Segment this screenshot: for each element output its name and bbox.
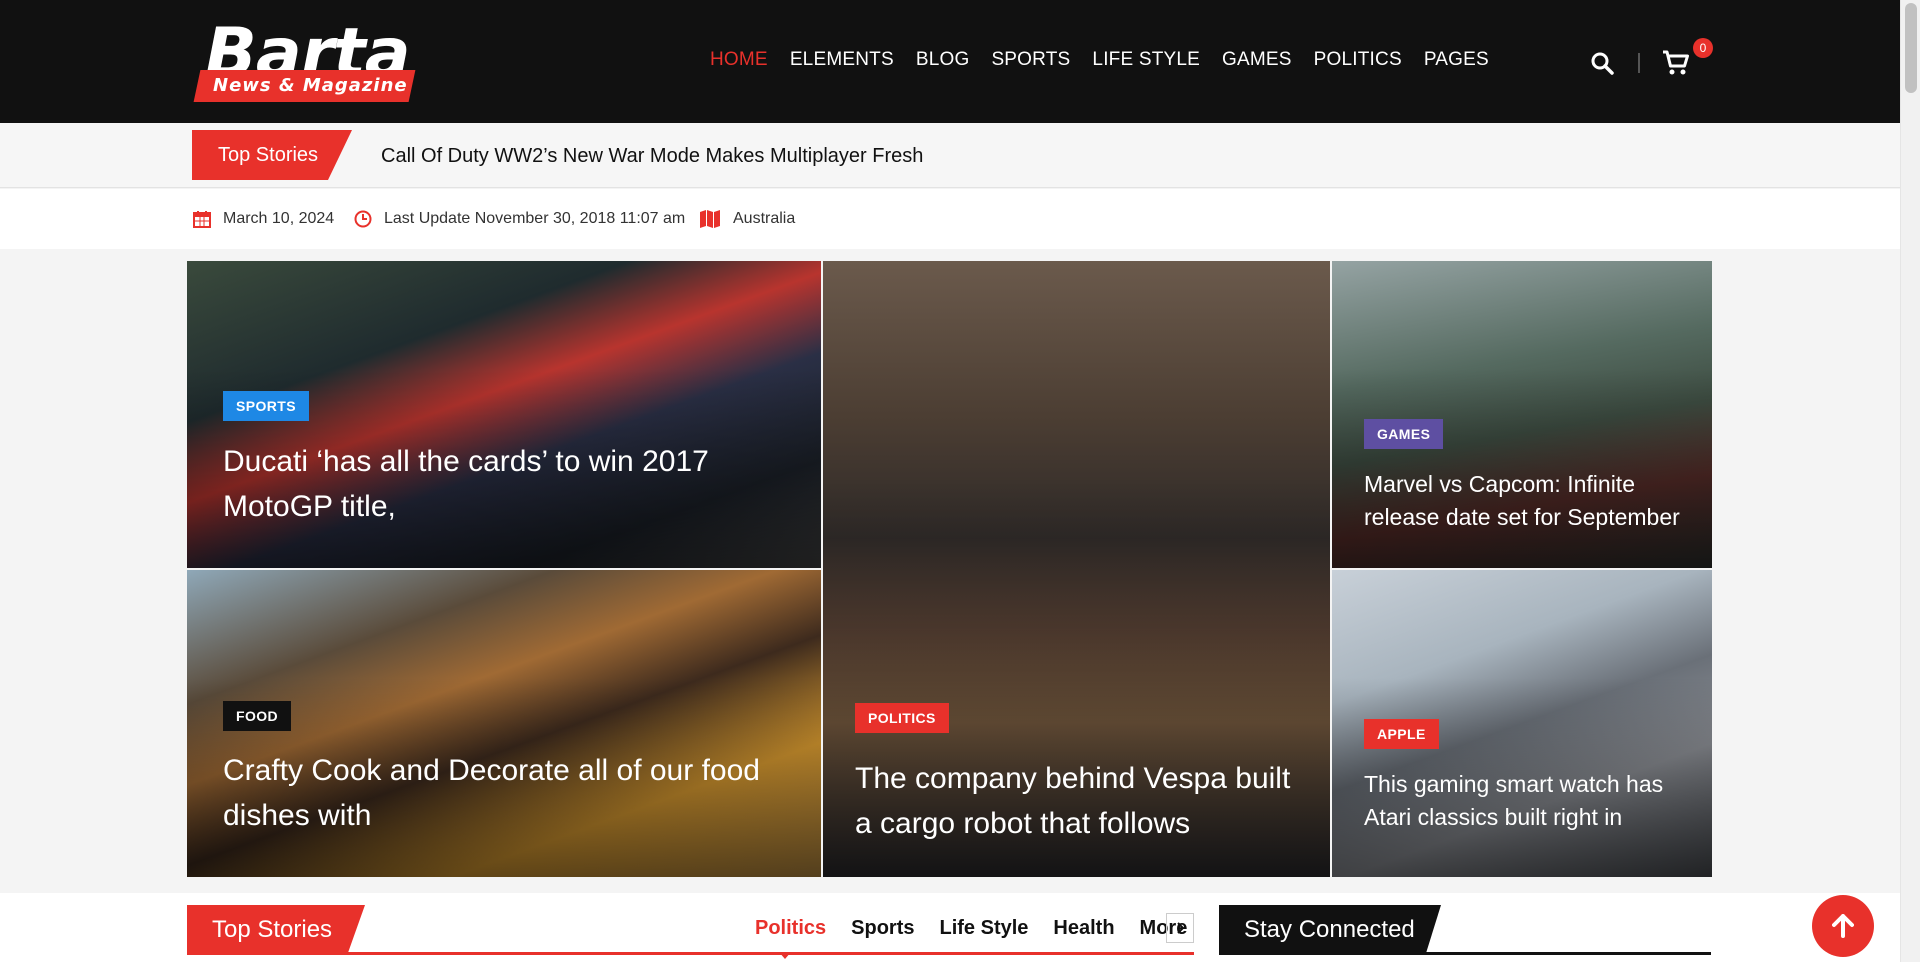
featured-card-politics[interactable]: POLITICS The company behind Vespa built … bbox=[823, 261, 1330, 877]
nav-blog[interactable]: BLOG bbox=[916, 45, 970, 75]
clock-icon bbox=[354, 210, 372, 228]
map-icon bbox=[700, 210, 720, 228]
tabs-next-button[interactable] bbox=[1166, 913, 1194, 943]
chevron-right-icon bbox=[1177, 922, 1185, 934]
featured-card-games[interactable]: GAMES Marvel vs Capcom: Infinite release… bbox=[1332, 261, 1712, 568]
card-title[interactable]: Marvel vs Capcom: Infinite release date … bbox=[1364, 468, 1704, 534]
info-bar: March 10, 2024 Last Update November 30, … bbox=[0, 189, 1900, 249]
category-tag-apple[interactable]: APPLE bbox=[1364, 719, 1439, 749]
nav-elements[interactable]: ELEMENTS bbox=[790, 45, 894, 75]
location-text: Australia bbox=[733, 210, 796, 227]
tab-politics[interactable]: Politics bbox=[755, 913, 826, 943]
nav-games[interactable]: GAMES bbox=[1222, 45, 1292, 75]
news-ticker: Top Stories Call Of Duty WW2’s New War M… bbox=[0, 123, 1900, 188]
nav-sports[interactable]: SPORTS bbox=[991, 45, 1070, 75]
category-tag-sports[interactable]: SPORTS bbox=[223, 391, 309, 421]
nav-home[interactable]: HOME bbox=[710, 45, 768, 75]
logo-tagline-box: News & Magazine bbox=[193, 70, 416, 102]
location-item: Australia bbox=[699, 208, 795, 230]
cart-count-badge: 0 bbox=[1693, 38, 1713, 58]
stay-connected-heading: Stay Connected bbox=[1219, 905, 1441, 955]
featured-grid: SPORTS Ducati ‘has all the cards’ to win… bbox=[187, 261, 1712, 877]
last-update-text: Last Update November 30, 2018 11:07 am bbox=[384, 210, 686, 227]
card-title[interactable]: Ducati ‘has all the cards’ to win 2017 M… bbox=[223, 439, 803, 529]
header-actions: 0 bbox=[1585, 38, 1713, 80]
category-tabs: Politics Sports Life Style Health More bbox=[755, 913, 1187, 943]
top-stories-underline bbox=[187, 952, 1194, 955]
calendar-icon bbox=[193, 211, 211, 228]
card-title[interactable]: This gaming smart watch has Atari classi… bbox=[1364, 768, 1704, 834]
ticker-headline[interactable]: Call Of Duty WW2’s New War Mode Makes Mu… bbox=[381, 141, 923, 171]
search-icon[interactable] bbox=[1585, 46, 1619, 80]
top-stories-heading: Top Stories bbox=[187, 905, 365, 955]
date-item: March 10, 2024 bbox=[193, 208, 334, 230]
card-title[interactable]: Crafty Cook and Decorate all of our food… bbox=[223, 748, 813, 838]
active-tab-indicator bbox=[779, 952, 791, 959]
bottom-section: Top Stories Politics Sports Life Style H… bbox=[0, 893, 1900, 962]
category-tag-politics[interactable]: POLITICS bbox=[855, 703, 949, 733]
category-tag-games[interactable]: GAMES bbox=[1364, 419, 1444, 449]
featured-card-sports[interactable]: SPORTS Ducati ‘has all the cards’ to win… bbox=[187, 261, 821, 568]
arrow-up-icon bbox=[1832, 914, 1854, 938]
current-date: March 10, 2024 bbox=[223, 210, 335, 227]
main-nav: HOME ELEMENTS BLOG SPORTS LIFE STYLE GAM… bbox=[710, 45, 1489, 75]
featured-card-apple[interactable]: APPLE This gaming smart watch has Atari … bbox=[1332, 570, 1712, 877]
nav-politics[interactable]: POLITICS bbox=[1314, 45, 1402, 75]
category-tag-food[interactable]: FOOD bbox=[223, 701, 292, 731]
featured-card-food[interactable]: FOOD Crafty Cook and Decorate all of our… bbox=[187, 570, 821, 877]
page-scrollbar[interactable] bbox=[1900, 0, 1920, 962]
header-divider bbox=[1638, 53, 1640, 73]
logo-tagline: News & Magazine bbox=[213, 75, 408, 96]
scrollbar-thumb[interactable] bbox=[1905, 3, 1917, 93]
site-logo[interactable]: Barta News & Magazine bbox=[193, 18, 416, 102]
nav-life-style[interactable]: LIFE STYLE bbox=[1092, 45, 1200, 75]
back-to-top-button[interactable] bbox=[1812, 895, 1874, 957]
site-header: Barta News & Magazine HOME ELEMENTS BLOG… bbox=[0, 0, 1900, 123]
cart-icon[interactable]: 0 bbox=[1659, 38, 1713, 80]
stay-connected-underline bbox=[1219, 952, 1711, 955]
ticker-label: Top Stories bbox=[192, 130, 352, 180]
nav-pages[interactable]: PAGES bbox=[1424, 45, 1489, 75]
card-title[interactable]: The company behind Vespa built a cargo r… bbox=[855, 756, 1315, 846]
tab-sports[interactable]: Sports bbox=[851, 913, 914, 943]
tab-life-style[interactable]: Life Style bbox=[939, 913, 1028, 943]
tab-health[interactable]: Health bbox=[1053, 913, 1114, 943]
last-update-item: Last Update November 30, 2018 11:07 am bbox=[354, 208, 685, 230]
